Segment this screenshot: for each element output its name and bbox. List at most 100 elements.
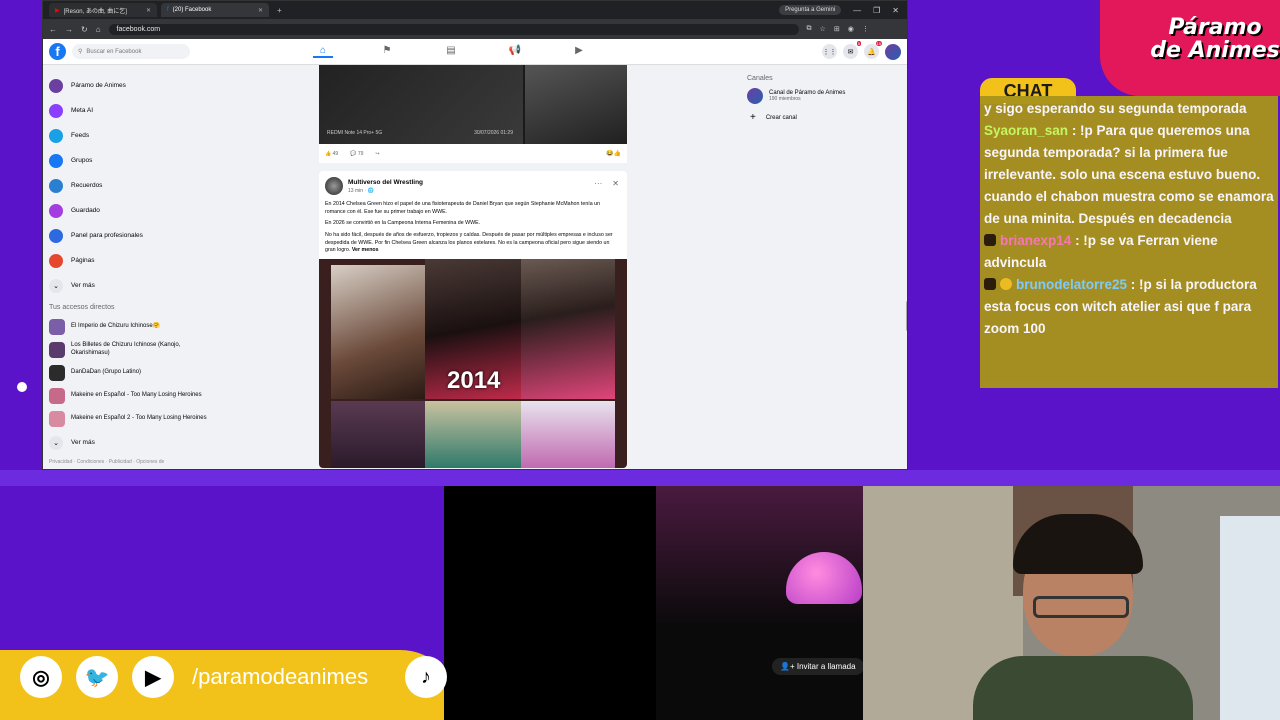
close-tab-icon[interactable]: ✕ — [258, 7, 263, 14]
shortcut-item[interactable]: Makeine en Español - Too Many Losing Her… — [49, 384, 209, 407]
shortcut-item[interactable]: Makeine en Español 2 - Too Many Losing H… — [49, 407, 209, 430]
new-tab-button[interactable]: + — [273, 6, 286, 15]
pages-tab-icon[interactable]: ⚑ — [377, 45, 397, 58]
post-text: En 2014 Chelsea Green hizo el papel de u… — [319, 195, 627, 255]
messenger-badge: 5 — [856, 41, 861, 46]
sidebar-item[interactable]: Guardado — [49, 198, 209, 223]
reactions-emoji-icon: 😂👍 — [606, 151, 621, 157]
facebook-logo-icon[interactable]: f — [49, 43, 66, 60]
sidebar-item[interactable]: Grupos — [49, 148, 209, 173]
sidebar-item[interactable]: Páramo de Animes — [49, 73, 209, 98]
main-nav: ⌂ ⚑ ▤ 📢 ▶ — [313, 45, 589, 58]
browser-actions: ⧉ ☆ ⊞ ◉ ⋮ — [807, 25, 869, 33]
facebook-tab-icon: f — [167, 7, 169, 13]
see-less-link[interactable]: Ver menos — [352, 247, 379, 253]
shortcut-item[interactable]: DanDaDan (Grupo Latino) — [49, 361, 209, 384]
close-icon[interactable]: ✕ — [612, 179, 619, 188]
tab-music[interactable]: ▶ [Reson, あの曲, 曲に乞] ✕ — [49, 3, 157, 17]
meta-ai-icon — [49, 103, 63, 118]
tab-label: (20) Facebook — [172, 7, 212, 13]
window-controls: — ❐ ✕ — [845, 6, 907, 15]
restore-icon[interactable]: ❐ — [873, 6, 880, 15]
sidebar-item-label: Guardado — [71, 207, 100, 214]
back-icon[interactable]: ← — [49, 25, 57, 34]
reload-icon[interactable]: ↻ — [81, 25, 88, 34]
pages-icon — [49, 253, 63, 268]
menu-icon[interactable]: ⋮ — [862, 25, 869, 33]
feeds-icon — [49, 128, 63, 143]
chat-message: brunodelatorre25 : !p si la productora e… — [984, 274, 1274, 340]
groups-icon — [49, 153, 63, 168]
marketplace-tab-icon[interactable]: ▤ — [441, 45, 461, 58]
shortcuts-see-more[interactable]: ⌄ Ver más — [49, 430, 209, 455]
author-avatar[interactable] — [325, 177, 343, 195]
invite-label: Invitar a llamada — [796, 662, 856, 671]
post-time[interactable]: 13 min · 🌐 — [348, 188, 423, 194]
sidebar-item-label: Grupos — [71, 157, 93, 164]
profile-icon[interactable]: ◉ — [848, 25, 854, 33]
ads-tab-icon[interactable]: 📢 — [505, 45, 525, 58]
sidebar-list: Páramo de Animes Meta AI Feeds Grupos Recuer… — [49, 73, 209, 298]
forward-icon[interactable]: → — [65, 25, 73, 34]
home-icon[interactable]: ⌂ — [96, 25, 101, 34]
menu-grid-icon[interactable]: ⋮⋮ — [822, 44, 837, 59]
sidebar-item[interactable]: Feeds — [49, 123, 209, 148]
sidebar-item[interactable]: ⌄ Ver más — [49, 273, 209, 298]
share-icon[interactable]: ↪ — [375, 151, 379, 157]
footer-links[interactable]: Privacidad · Condiciones · Publicidad · … — [49, 459, 209, 465]
reaction-bar: 👍 49 💬 79 ↪ 😂👍 — [319, 144, 627, 163]
instagram-icon: ◎ — [20, 656, 62, 698]
sidebar-item-label: Páginas — [71, 257, 95, 264]
post-paragraph: No ha sido fácil, después de años de esf… — [325, 232, 621, 255]
create-channel-button[interactable]: + Crear canal — [750, 112, 897, 123]
shortcut-thumbnail — [49, 318, 65, 335]
like-count[interactable]: 👍 49 — [325, 151, 338, 157]
gemini-button[interactable]: Pregunta a Gemini — [779, 5, 842, 15]
shortcut-thumbnail — [49, 410, 65, 427]
chat-username: brianexp14 — [1000, 233, 1072, 248]
post-controls: ··· ✕ — [594, 179, 619, 188]
address-bar[interactable]: facebook.com — [108, 23, 799, 35]
comment-count[interactable]: 💬 79 — [350, 151, 363, 157]
browser-window: ▶ [Reson, あの曲, 曲に乞] ✕ f (20) Facebook ✕ … — [42, 0, 908, 470]
youtube-tab-icon: ▶ — [55, 7, 60, 14]
account-avatar[interactable] — [885, 43, 901, 60]
video-post-media[interactable]: REDMI Note 14 Pro+ 5G 30/07/2026 01:29 — [319, 65, 627, 144]
channel-avatar — [747, 88, 763, 104]
messenger-icon[interactable]: ✉ 5 — [843, 41, 861, 59]
close-tab-icon[interactable]: ✕ — [146, 7, 151, 14]
sidebar-item[interactable]: Páginas — [49, 248, 209, 273]
more-options-icon[interactable]: ··· — [594, 179, 602, 188]
channels-title: Canales — [747, 75, 773, 82]
author-name[interactable]: Multiverso del Wrestling — [348, 179, 423, 186]
notifications-bell-icon[interactable]: 🔔 15 — [864, 41, 882, 59]
sidebar-item[interactable]: Panel para profesionales — [49, 223, 209, 248]
shortcut-label: El Imperio de Chizuru Ichinose🤗 — [71, 322, 161, 329]
comment-value: 79 — [357, 150, 364, 157]
video-tab-icon[interactable]: ▶ — [569, 45, 589, 58]
extensions-icon[interactable]: ⊞ — [834, 25, 840, 33]
install-icon[interactable]: ⧉ — [807, 25, 812, 33]
post-image-collage[interactable]: 2014 — [319, 259, 627, 469]
tab-label: [Reson, あの曲, 曲に乞] — [63, 8, 127, 15]
bookmark-star-icon[interactable]: ☆ — [820, 25, 826, 33]
search-input[interactable]: ⚲ Buscar en Facebook — [72, 44, 190, 59]
sidebar-item[interactable]: Meta AI — [49, 98, 209, 123]
chat-message: brianexp14 : !p se va Ferran viene advin… — [984, 230, 1274, 274]
background-stripe — [0, 470, 1280, 486]
shortcut-item[interactable]: Los Billetes de Chizuru Ichinose (Kanojo… — [49, 338, 209, 361]
channel-item[interactable]: Canal de Páramo de Animes 190 miembros — [747, 88, 897, 104]
close-window-icon[interactable]: ✕ — [892, 6, 899, 15]
scrollbar[interactable] — [906, 301, 907, 331]
home-tab-icon[interactable]: ⌂ — [313, 45, 333, 58]
tab-facebook[interactable]: f (20) Facebook ✕ — [161, 3, 269, 17]
minimize-icon[interactable]: — — [853, 6, 861, 15]
invite-to-call-button[interactable]: 👤+ Invitar a llamada — [772, 658, 864, 675]
search-icon: ⚲ — [78, 49, 83, 55]
shortcut-item[interactable]: El Imperio de Chizuru Ichinose🤗 — [49, 315, 209, 338]
channel-info: Canal de Páramo de Animes 190 miembros — [769, 90, 845, 102]
video-frame: REDMI Note 14 Pro+ 5G 30/07/2026 01:29 — [319, 65, 523, 144]
sidebar-item[interactable]: Recuerdos — [49, 173, 209, 198]
photo-bottom-left — [331, 401, 425, 469]
shortcut-thumbnail — [49, 341, 65, 358]
